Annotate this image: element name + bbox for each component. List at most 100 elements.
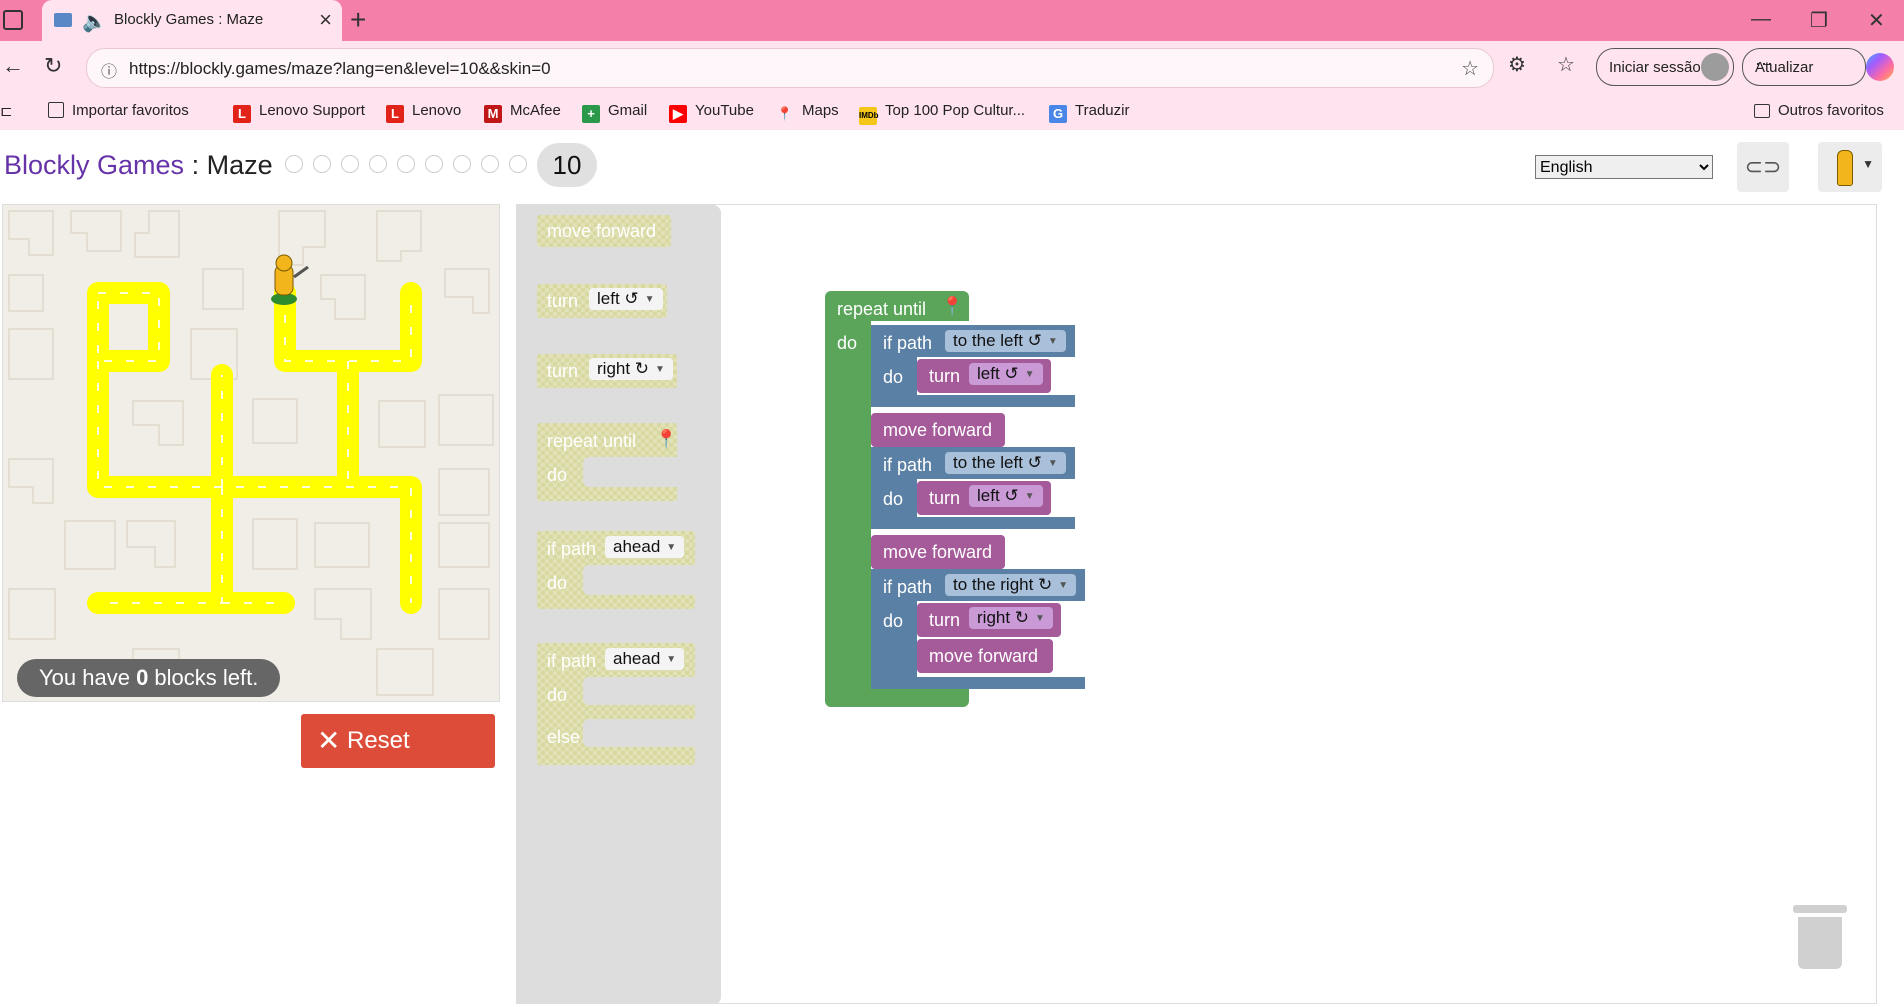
- close-x-icon: ✕: [317, 725, 341, 756]
- goal-marker-icon: 📍: [941, 296, 964, 316]
- bookmark-overflow-icon[interactable]: ⊏: [0, 102, 13, 120]
- level-9-link[interactable]: [509, 155, 527, 173]
- path-direction-dropdown[interactable]: to the left ↺ ▼: [945, 452, 1066, 474]
- home-link[interactable]: Blockly Games: [4, 150, 184, 180]
- dropdown-arrow-icon: ▼: [1862, 157, 1874, 171]
- toolbox-turn-left-block[interactable]: turn left ↺ ▼: [537, 284, 667, 318]
- minimize-icon[interactable]: —: [1751, 8, 1771, 31]
- level-1-link[interactable]: [285, 155, 303, 173]
- signin-button[interactable]: Iniciar sessão: [1596, 48, 1734, 86]
- blocks-left-badge: You have 0 blocks left.: [17, 659, 281, 697]
- address-bar-row: ← ↻ ⓘ https://blockly.games/maze?lang=en…: [0, 41, 1904, 94]
- level-8-link[interactable]: [481, 155, 499, 173]
- skin-button[interactable]: ▼: [1818, 142, 1882, 192]
- link-icon: ⊂⊃: [1744, 154, 1782, 179]
- more-menu-icon[interactable]: ⋯: [1755, 54, 1853, 75]
- reset-button[interactable]: ✕ Reset: [301, 714, 495, 768]
- statement-slot: [583, 565, 695, 595]
- move-forward-block-2[interactable]: move forward: [871, 535, 1005, 569]
- reset-label: Reset: [347, 727, 410, 754]
- level-5-link[interactable]: [397, 155, 415, 173]
- page-title: Blockly Games : Maze: [4, 150, 273, 180]
- maps-icon: 📍: [776, 106, 794, 121]
- signin-label: Iniciar sessão: [1609, 59, 1701, 76]
- maze-board: You have 0 blocks left.: [2, 204, 500, 702]
- turn-direction-dropdown[interactable]: left ↺ ▼: [969, 363, 1043, 385]
- turn-direction-dropdown[interactable]: right ↻ ▼: [969, 607, 1053, 629]
- statement-slot: [583, 677, 695, 705]
- bookmark-mcafee[interactable]: M McAfee: [484, 102, 561, 123]
- address-bar[interactable]: ⓘ https://blockly.games/maze?lang=en&lev…: [86, 48, 1494, 88]
- speaker-icon[interactable]: 🔈: [82, 9, 107, 34]
- current-level-badge[interactable]: 10: [537, 143, 597, 187]
- level-2-link[interactable]: [313, 155, 331, 173]
- toolbox-turn-right-block[interactable]: turn right ↻ ▼: [537, 354, 677, 388]
- new-tab-button[interactable]: +: [350, 4, 366, 36]
- game-name: Maze: [206, 150, 273, 180]
- level-7-link[interactable]: [453, 155, 471, 173]
- toolbox-turn-direction-dropdown[interactable]: left ↺ ▼: [589, 288, 663, 310]
- trash-lid: [1793, 905, 1847, 913]
- toolbox-flyout: move forward turn left ↺ ▼ turn right ↻ ▼ …: [517, 205, 721, 1003]
- bookmark-maps[interactable]: 📍 Maps: [776, 102, 839, 123]
- lenovo-icon: L: [386, 105, 404, 123]
- toolbox-path-dropdown[interactable]: ahead ▼: [605, 536, 685, 558]
- language-select[interactable]: English: [1535, 155, 1713, 179]
- tab-title: Blockly Games : Maze: [114, 11, 264, 28]
- close-window-icon[interactable]: ✕: [1868, 8, 1885, 33]
- update-button[interactable]: Atualizar ⋯: [1742, 48, 1866, 86]
- browser-tab[interactable]: 🔈 Blockly Games : Maze ×: [42, 0, 342, 41]
- link-button[interactable]: ⊂⊃: [1737, 142, 1789, 192]
- extensions-icon[interactable]: ⚙: [1508, 52, 1526, 77]
- favorites-icon[interactable]: ☆: [1557, 52, 1575, 77]
- path-direction-dropdown[interactable]: to the right ↻ ▼: [945, 574, 1077, 596]
- trash-can-icon[interactable]: [1793, 905, 1847, 969]
- restore-icon[interactable]: ❐: [1810, 8, 1828, 33]
- toolbox-move-forward-block[interactable]: move forward: [537, 215, 671, 247]
- bookmark-gmail[interactable]: + Gmail: [582, 102, 647, 123]
- level-4-link[interactable]: [369, 155, 387, 173]
- blockly-favicon-icon: [54, 13, 72, 27]
- close-tab-icon[interactable]: ×: [319, 7, 332, 33]
- move-forward-block-1[interactable]: move forward: [871, 413, 1005, 447]
- lenovo-icon: L: [233, 105, 251, 123]
- toolbox-repeat-until-block[interactable]: repeat until 📍 do: [537, 423, 677, 501]
- bookmark-lenovo-support[interactable]: L Lenovo Support: [233, 102, 365, 123]
- blockly-page: Blockly Games : Maze 10 English ⊂⊃ ▼ You…: [0, 130, 1904, 1007]
- browser-titlebar: 🔈 Blockly Games : Maze × + — ❐ ✕: [0, 0, 1904, 41]
- turn-direction-dropdown[interactable]: left ↺ ▼: [969, 485, 1043, 507]
- blockly-workspace[interactable]: move forward turn left ↺ ▼ turn right ↻ ▼ …: [516, 204, 1877, 1004]
- translate-icon: G: [1049, 105, 1067, 123]
- bookmark-translate[interactable]: G Traduzir: [1049, 102, 1129, 123]
- toolbox-if-else-block[interactable]: if path ahead ▼ do else: [537, 643, 695, 765]
- sidebar-toggle-icon[interactable]: [3, 10, 23, 30]
- gmail-icon: +: [582, 105, 600, 123]
- avatar-icon: [1701, 53, 1729, 81]
- maze-drawing: [8, 210, 494, 696]
- other-bookmarks[interactable]: Outros favoritos: [1754, 102, 1884, 119]
- bookmark-lenovo[interactable]: L Lenovo: [386, 102, 461, 123]
- favorite-star-icon[interactable]: ☆: [1461, 56, 1479, 81]
- url-text[interactable]: https://blockly.games/maze?lang=en&level…: [129, 59, 551, 79]
- turn-left-block-1[interactable]: turn left ↺ ▼: [917, 359, 1051, 393]
- reload-icon[interactable]: ↻: [44, 53, 62, 79]
- turn-left-block-2[interactable]: turn left ↺ ▼: [917, 481, 1051, 515]
- site-info-icon[interactable]: ⓘ: [101, 58, 117, 82]
- path-direction-dropdown[interactable]: to the left ↺ ▼: [945, 330, 1066, 352]
- folder-import-icon: [48, 102, 64, 118]
- back-icon[interactable]: ←: [2, 53, 24, 79]
- level-6-link[interactable]: [425, 155, 443, 173]
- folder-icon: [1754, 104, 1770, 118]
- bookmark-youtube[interactable]: ▶ YouTube: [669, 102, 754, 123]
- turn-right-block[interactable]: turn right ↻ ▼: [917, 603, 1061, 637]
- toolbox-path-dropdown[interactable]: ahead ▼: [605, 648, 685, 670]
- imdb-icon: IMDb: [859, 107, 879, 125]
- bookmark-import[interactable]: Importar favoritos: [48, 102, 189, 119]
- toolbox-turn-direction-dropdown[interactable]: right ↻ ▼: [589, 358, 673, 380]
- level-3-link[interactable]: [341, 155, 359, 173]
- toolbox-if-path-block[interactable]: if path ahead ▼ do: [537, 531, 695, 609]
- move-forward-block-3[interactable]: move forward: [917, 639, 1053, 673]
- bookmarks-bar: ⊏ Importar favoritos L Lenovo Support L Le…: [0, 94, 1904, 130]
- copilot-icon[interactable]: [1866, 53, 1894, 81]
- bookmark-imdb[interactable]: IMDb Top 100 Pop Cultur...: [859, 102, 1025, 125]
